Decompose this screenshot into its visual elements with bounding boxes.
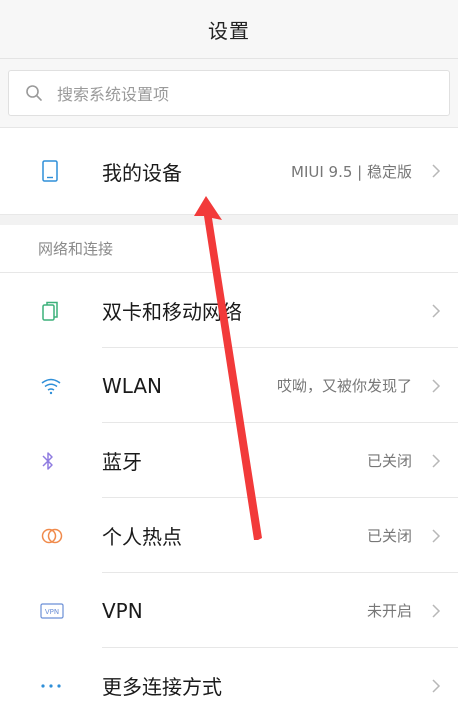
search-placeholder: 搜索系统设置项 <box>57 85 170 104</box>
item-label: VPN <box>102 598 143 623</box>
title-bar: 设置 <box>0 0 458 59</box>
settings-item-wlan[interactable]: WLAN 哎呦，又被你发现了 <box>0 348 458 423</box>
section-gap <box>0 215 458 225</box>
my-device-label: 我的设备 <box>102 160 182 185</box>
search-icon <box>23 82 45 104</box>
chevron-right-icon <box>426 528 446 544</box>
chevron-right-icon <box>426 453 446 469</box>
chevron-right-icon <box>426 163 446 179</box>
section-title: 网络和连接 <box>38 240 114 258</box>
item-label: WLAN <box>102 373 163 398</box>
chevron-right-icon <box>426 678 446 694</box>
settings-screen: 设置 搜索系统设置项 我的设备 MIUI 9.5 | 稳定版 网络和连接 双卡和… <box>0 0 458 706</box>
settings-item-bluetooth[interactable]: 蓝牙 已关闭 <box>0 423 458 498</box>
miui-version-value: MIUI 9.5 | 稳定版 <box>291 162 412 181</box>
chevron-right-icon <box>426 303 446 319</box>
settings-item-vpn[interactable]: VPN VPN 未开启 <box>0 573 458 648</box>
search-area: 搜索系统设置项 <box>0 59 458 128</box>
vpn-icon: VPN <box>0 602 102 619</box>
search-input[interactable]: 搜索系统设置项 <box>8 70 450 116</box>
settings-item-hotspot[interactable]: 个人热点 已关闭 <box>0 498 458 573</box>
item-label: 双卡和移动网络 <box>102 300 242 324</box>
item-value: 已关闭 <box>366 452 412 470</box>
chevron-right-icon <box>426 603 446 619</box>
item-value: 已关闭 <box>366 527 412 545</box>
wifi-icon <box>0 377 102 395</box>
settings-item-dual-sim[interactable]: 双卡和移动网络 <box>0 273 458 348</box>
my-device-item[interactable]: 我的设备 MIUI 9.5 | 稳定版 <box>0 128 458 215</box>
item-label: 更多连接方式 <box>102 675 222 699</box>
more-dots-icon <box>0 683 102 689</box>
settings-item-more-connections[interactable]: 更多连接方式 <box>0 648 458 706</box>
section-header-network: 网络和连接 <box>0 225 458 273</box>
bluetooth-icon <box>0 450 102 472</box>
page-title: 设置 <box>208 18 250 43</box>
chevron-right-icon <box>426 378 446 394</box>
item-value: 未开启 <box>366 602 412 620</box>
item-value: 哎呦，又被你发现了 <box>276 377 412 395</box>
phone-icon <box>0 159 102 183</box>
sim-card-icon <box>0 300 102 322</box>
svg-text:VPN: VPN <box>45 608 59 616</box>
hotspot-icon <box>0 527 102 545</box>
item-label: 蓝牙 <box>102 450 142 474</box>
item-label: 个人热点 <box>102 525 182 549</box>
